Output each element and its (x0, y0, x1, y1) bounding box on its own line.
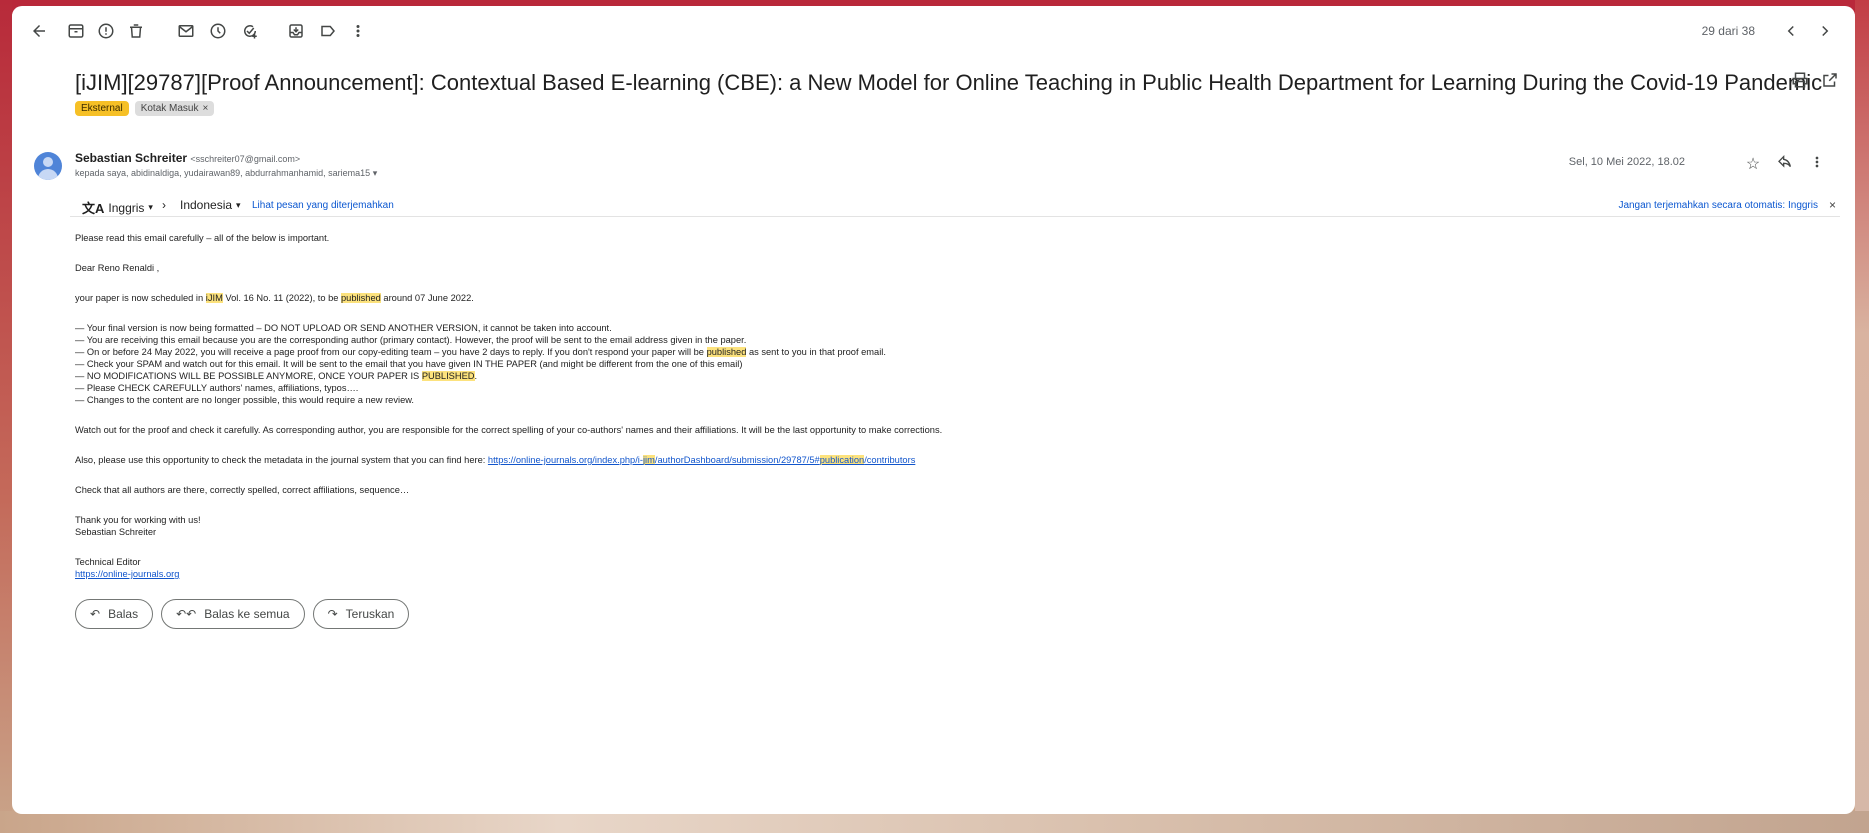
more-icon[interactable] (346, 19, 370, 43)
pager-count: 29 dari 38 (1701, 24, 1755, 38)
body-line: Watch out for the proof and check it car… (75, 425, 943, 435)
dont-translate-link[interactable]: Jangan terjemahkan secara otomatis: Ingg… (1618, 200, 1818, 211)
forward-label: Teruskan (345, 607, 395, 621)
label-icon[interactable] (316, 19, 340, 43)
reply-actions: ↶ Balas ↶↶ Balas ke semua ↷ Teruskan (75, 599, 410, 629)
label-inbox[interactable]: Kotak Masuk × (134, 101, 215, 116)
email-view: 29 dari 38 [iJIM][29787][Proof Announcem… (12, 6, 1855, 814)
translate-from[interactable]: 文A Inggris ▾ (82, 198, 153, 217)
bullet-line: — You are receiving this email because y… (75, 335, 747, 345)
body-line: Also, please use this opportunity to che… (75, 455, 916, 465)
report-spam-icon[interactable] (94, 19, 118, 43)
recipients-list: kepada saya, abidinaldiga, yudairawan89,… (75, 168, 371, 178)
label-inbox-text: Kotak Masuk (140, 103, 199, 114)
close-icon[interactable]: × (1829, 198, 1836, 212)
chevron-down-icon[interactable]: ▾ (373, 168, 378, 178)
chevron-down-icon: ▾ (148, 202, 153, 212)
window-border-right (1855, 0, 1869, 833)
mark-unread-icon[interactable] (174, 19, 198, 43)
bullet-line: — Please CHECK CAREFULLY authors' names,… (75, 383, 359, 393)
email-labels: Eksternal Kotak Masuk × (75, 101, 215, 116)
reply-all-icon: ↶↶ (176, 607, 197, 621)
label-external[interactable]: Eksternal (75, 101, 129, 116)
archive-icon[interactable] (64, 19, 88, 43)
email-subject: [iJIM][29787][Proof Announcement]: Conte… (75, 70, 1823, 95)
email-toolbar: 29 dari 38 (12, 6, 1855, 56)
print-icon[interactable] (1788, 68, 1812, 92)
email-date: Sel, 10 Mei 2022, 18.02 (1568, 156, 1685, 168)
open-new-window-icon[interactable] (1818, 68, 1842, 92)
reply-button[interactable]: ↶ Balas (75, 599, 154, 629)
reply-all-button[interactable]: ↶↶ Balas ke semua (161, 599, 305, 629)
move-to-icon[interactable] (284, 19, 308, 43)
sender-name[interactable]: Sebastian Schreiter (75, 151, 187, 165)
translate-to[interactable]: Indonesia ▾ (180, 198, 241, 212)
metadata-link[interactable]: https://online-journals.org/index.php/i-… (488, 455, 915, 465)
remove-label-icon[interactable]: × (203, 103, 209, 114)
body-line: Sebastian Schreiter (75, 527, 157, 537)
reply-all-label: Balas ke semua (204, 607, 290, 621)
body-line: Check that all authors are there, correc… (75, 485, 410, 495)
body-line: Thank you for working with us! (75, 515, 201, 525)
desktop-background (0, 811, 1869, 833)
bullet-line: — NO MODIFICATIONS WILL BE POSSIBLE ANYM… (75, 371, 478, 381)
newer-icon[interactable] (1779, 19, 1803, 43)
bullet-line: — Changes to the content are no longer p… (75, 395, 415, 405)
bullet-line: — Check your SPAM and watch out for this… (75, 359, 743, 369)
body-line: Dear Reno Renaldi , (75, 263, 160, 273)
bullet-line: — On or before 24 May 2022, you will rec… (75, 347, 886, 357)
translate-bar: 文A Inggris ▾ › Indonesia ▾ Lihat pesan y… (70, 194, 1840, 217)
forward-button[interactable]: ↷ Teruskan (312, 599, 410, 629)
delete-icon[interactable] (124, 19, 148, 43)
forward-icon: ↷ (327, 607, 338, 621)
journal-link[interactable]: https://online-journals.org (75, 568, 179, 580)
translate-to-language: Indonesia (180, 198, 233, 212)
snooze-icon[interactable] (206, 19, 230, 43)
add-to-tasks-icon[interactable] (238, 19, 262, 43)
arrow-right-icon: › (162, 198, 166, 212)
translate-from-language: Inggris (108, 200, 145, 215)
bullet-line: — Your final version is now being format… (75, 323, 612, 333)
reply-icon[interactable] (1774, 151, 1796, 173)
view-translated-link[interactable]: Lihat pesan yang diterjemahkan (252, 200, 394, 211)
translate-icon: 文A (82, 201, 105, 216)
chevron-down-icon: ▾ (236, 199, 241, 210)
body-line: Please read this email carefully – all o… (75, 233, 330, 243)
reply-icon: ↶ (90, 607, 101, 621)
sender-info: Sebastian Schreiter <sschreiter07@gmail.… (75, 151, 300, 165)
sender-email: <sschreiter07@gmail.com> (190, 154, 301, 164)
reply-label: Balas (108, 607, 139, 621)
body-line: your paper is now scheduled in iJIM Vol.… (75, 293, 474, 303)
avatar[interactable] (34, 152, 62, 180)
back-icon[interactable] (27, 19, 51, 43)
window-border-left (0, 0, 12, 833)
star-icon[interactable]: ☆ (1742, 153, 1764, 175)
more-options-icon[interactable] (1806, 151, 1828, 173)
recipients[interactable]: kepada saya, abidinaldiga, yudairawan89,… (75, 168, 377, 179)
older-icon[interactable] (1813, 19, 1837, 43)
body-line: Technical Editor (75, 557, 141, 567)
